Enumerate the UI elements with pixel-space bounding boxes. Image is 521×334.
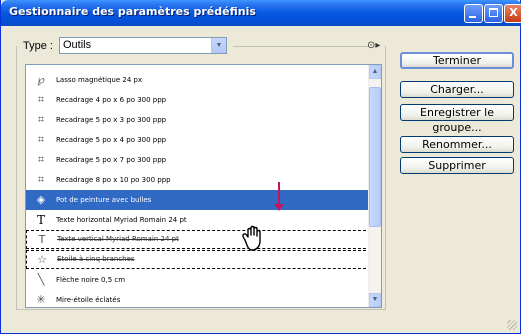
- list-item-label: Recadrage 8 po x 10 po 300 ppp: [56, 176, 171, 184]
- crop-icon: ⌗: [37, 133, 45, 146]
- crop-icon: ⌗: [37, 153, 45, 166]
- vertical-text-icon: T: [38, 233, 46, 246]
- starburst-icon: ✳: [36, 293, 46, 306]
- renommer-button[interactable]: Renommer...: [400, 136, 514, 153]
- resize-grip[interactable]: [507, 320, 517, 330]
- grab-hand-cursor-icon: [242, 225, 261, 251]
- crop-icon: ⌗: [37, 173, 45, 186]
- list-item-label: Recadrage 5 po x 3 po 300 ppp: [56, 116, 167, 124]
- maximize-button[interactable]: [484, 4, 503, 23]
- minimize-button[interactable]: [464, 4, 483, 23]
- list-item[interactable]: T Texte horizontal Myriad Romain 24 pt: [26, 210, 371, 230]
- list-item-label: Recadrage 5 po x 4 po 300 ppp: [56, 136, 167, 144]
- charger-button[interactable]: Charger...: [400, 81, 514, 98]
- supprimer-button[interactable]: Supprimer: [400, 157, 514, 174]
- list-item-label: Flèche noire 0,5 cm: [56, 276, 126, 284]
- crop-icon: ⌗: [37, 113, 45, 126]
- terminer-button[interactable]: Terminer: [400, 52, 514, 69]
- list-item-label: Mire-étoile éclatés: [56, 296, 121, 304]
- list-item[interactable]: ✳ Mire-étoile éclatés: [26, 290, 371, 307]
- panel-menu-icon[interactable]: ⊙▸: [367, 40, 380, 51]
- list-item[interactable]: ╲ Flèche noire 0,5 cm: [26, 270, 371, 290]
- list-item-label: Pot de peinture avec bulles: [56, 196, 152, 204]
- list-item-label: Etoile à cinq branches: [57, 255, 135, 263]
- list-item-label: Recadrage 5 po x 7 po 300 ppp: [56, 156, 167, 164]
- horizontal-text-icon: T: [36, 213, 45, 227]
- list-item[interactable]: T Texte vertical Myriad Romain 24 pt: [26, 230, 371, 249]
- chevron-down-icon[interactable]: ▼: [211, 38, 226, 53]
- close-button[interactable]: X: [504, 4, 521, 23]
- preset-list[interactable]: ⌒ ℘ Lasso magnétique 24 px ⌗ Recadrage 4 po…: [25, 64, 382, 308]
- line-icon: ╲: [37, 273, 45, 286]
- type-dropdown[interactable]: Outils ▼: [59, 37, 227, 54]
- list-item[interactable]: ◈ Pot de peinture avec bulles: [26, 190, 371, 210]
- preset-manager-window: Gestionnaire des paramètres prédéfinis X…: [0, 0, 521, 334]
- title-bar[interactable]: Gestionnaire des paramètres prédéfinis X: [1, 0, 521, 26]
- vertical-scrollbar[interactable]: ▲ ▼: [368, 65, 381, 307]
- star-shape-icon: ☆: [37, 253, 47, 266]
- list-item[interactable]: ⌗ Recadrage 4 po x 6 po 300 ppp: [26, 90, 371, 110]
- list-item-label: Texte horizontal Myriad Romain 24 pt: [56, 216, 187, 224]
- type-label: Type :: [23, 40, 53, 52]
- magnetic-lasso-icon: ℘: [37, 73, 45, 86]
- paint-bucket-icon: ◈: [36, 193, 46, 206]
- enregistrer-groupe-button[interactable]: Enregistrer le groupe...: [400, 104, 514, 134]
- drag-arrow-icon: [274, 182, 284, 211]
- scroll-thumb[interactable]: [369, 87, 381, 227]
- list-item-label: Recadrage 4 po x 6 po 300 ppp: [56, 96, 167, 104]
- group-divider: [233, 46, 369, 47]
- list-item[interactable]: ⌗ Recadrage 5 po x 7 po 300 ppp: [26, 150, 371, 170]
- list-item[interactable]: ⌗ Recadrage 8 po x 10 po 300 ppp: [26, 170, 371, 190]
- crop-icon: ⌗: [37, 93, 45, 106]
- list-item-label: Lasso magnétique 24 px: [56, 76, 143, 84]
- scroll-down-button[interactable]: ▼: [369, 293, 381, 307]
- list-item[interactable]: ℘ Lasso magnétique 24 px: [26, 70, 371, 90]
- type-dropdown-value: Outils: [63, 39, 92, 51]
- window-title: Gestionnaire des paramètres prédéfinis: [9, 5, 256, 18]
- list-item-label: Texte vertical Myriad Romain 24 pt: [57, 235, 179, 243]
- list-item[interactable]: ⌗ Recadrage 5 po x 3 po 300 ppp: [26, 110, 371, 130]
- scroll-up-button[interactable]: ▲: [369, 65, 381, 79]
- list-item[interactable]: ⌗ Recadrage 5 po x 4 po 300 ppp: [26, 130, 371, 150]
- list-item[interactable]: ☆ Etoile à cinq branches: [26, 250, 371, 269]
